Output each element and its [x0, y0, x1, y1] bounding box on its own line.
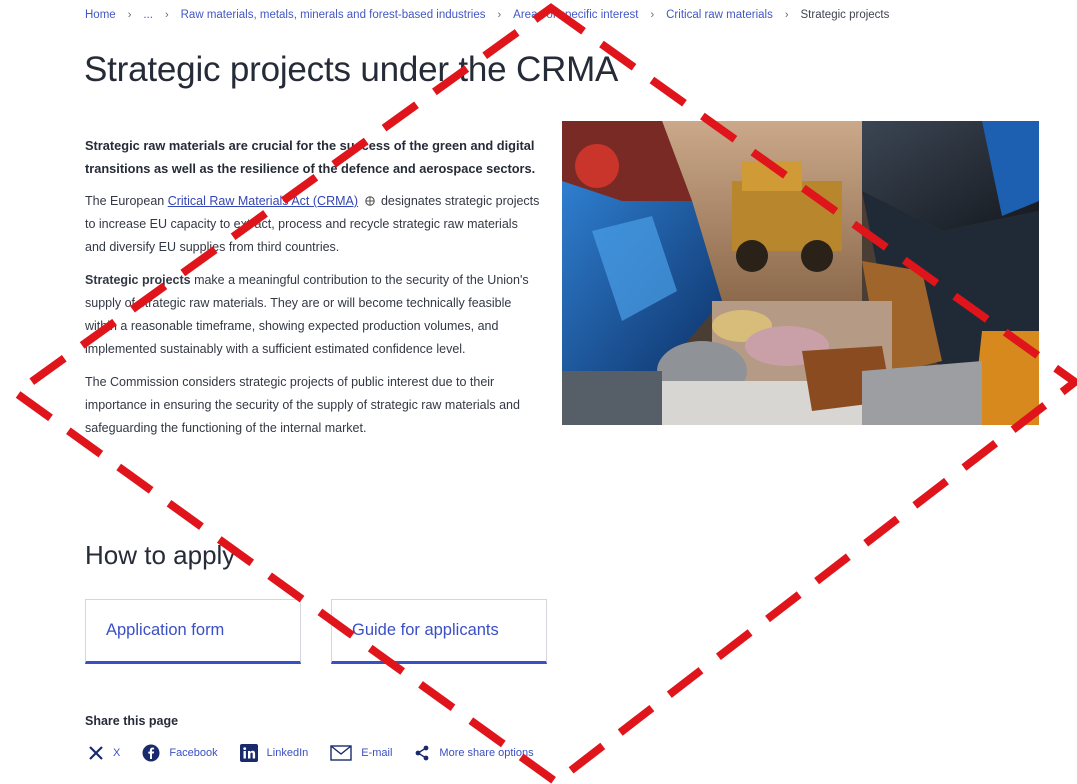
share-email-label: E-mail [361, 747, 393, 759]
email-icon [330, 745, 352, 761]
share-linkedin-button[interactable]: LinkedIn [239, 744, 309, 762]
more-share-options-button[interactable]: More share options [414, 745, 534, 761]
guide-for-applicants-card[interactable]: Guide for applicants [331, 599, 547, 664]
breadcrumb: Home › ... › Raw materials, metals, mine… [85, 9, 1017, 21]
share-icon [416, 745, 429, 761]
linkedin-icon [239, 744, 258, 762]
chevron-right-icon: › [164, 9, 169, 21]
x-icon [89, 746, 103, 760]
share-linkedin-label: LinkedIn [266, 747, 309, 759]
intro-content: Strategic raw materials are crucial for … [85, 134, 540, 450]
breadcrumb-areas-of-interest[interactable]: Areas of specific interest [513, 9, 638, 21]
breadcrumb-current: Strategic projects [800, 9, 890, 21]
share-email-button[interactable]: E-mail [330, 745, 392, 761]
raw-materials-collage-image [562, 121, 1039, 425]
share-x-label: X [113, 747, 121, 759]
breadcrumb-critical-raw-materials[interactable]: Critical raw materials [666, 9, 773, 21]
share-options: X Facebook LinkedIn E-mail More share op… [88, 744, 556, 762]
chevron-right-icon: › [127, 9, 132, 21]
intro-paragraph-strategic: Strategic projects make a meaningful con… [85, 269, 540, 361]
strategic-projects-bold: Strategic projects [85, 273, 191, 287]
intro-text: The European [85, 194, 168, 208]
breadcrumb-raw-materials[interactable]: Raw materials, metals, minerals and fore… [181, 9, 486, 21]
intro-paragraph-commission: The Commission considers strategic proje… [85, 375, 520, 435]
share-title: Share this page [85, 714, 179, 728]
share-x-button[interactable]: X [88, 745, 120, 761]
intro-lead: Strategic raw materials are crucial for … [85, 138, 536, 176]
share-facebook-label: Facebook [169, 747, 218, 759]
share-facebook-button[interactable]: Facebook [142, 744, 218, 762]
chevron-right-icon: › [497, 9, 502, 21]
chevron-right-icon: › [784, 9, 789, 21]
external-link-icon [364, 196, 375, 206]
breadcrumb-home[interactable]: Home [85, 9, 116, 21]
how-to-apply-heading: How to apply [85, 540, 236, 570]
chevron-right-icon: › [650, 9, 655, 21]
breadcrumb-ellipsis[interactable]: ... [143, 9, 153, 21]
crma-link[interactable]: Critical Raw Materials Act (CRMA) [168, 194, 358, 208]
intro-paragraph-crma: The European Critical Raw Materials Act … [85, 190, 540, 259]
application-form-card[interactable]: Application form [85, 599, 301, 664]
page-title: Strategic projects under the CRMA [84, 50, 619, 89]
more-share-options-label: More share options [439, 747, 534, 759]
facebook-icon [142, 744, 160, 762]
